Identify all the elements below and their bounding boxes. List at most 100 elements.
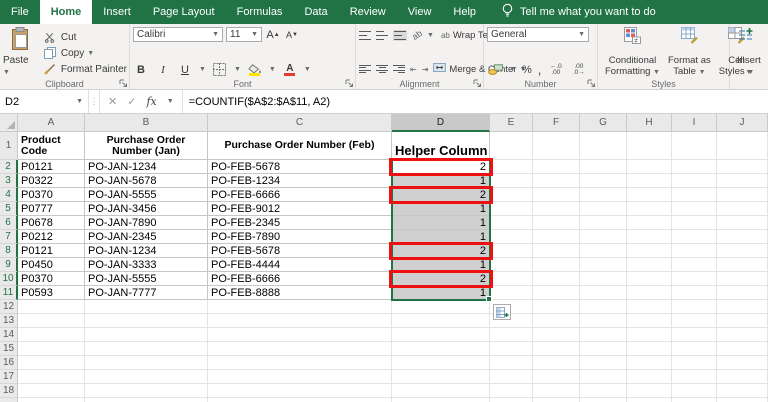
cell-G4[interactable] <box>580 188 627 202</box>
cell-E8[interactable] <box>490 244 533 258</box>
decrease-font-size-icon[interactable]: A▼ <box>284 27 300 42</box>
font-size-select[interactable]: 11▼ <box>226 27 262 42</box>
tab-data[interactable]: Data <box>293 0 338 24</box>
cell-H6[interactable] <box>627 216 672 230</box>
cell-A17[interactable] <box>18 370 85 384</box>
cell-J5[interactable] <box>717 202 768 216</box>
cell-I17[interactable] <box>672 370 717 384</box>
format-painter-button[interactable]: Format Painter <box>42 61 127 77</box>
cell-G12[interactable] <box>580 300 627 314</box>
cell-E6[interactable] <box>490 216 533 230</box>
row-header-4[interactable]: 4 <box>0 188 18 202</box>
row-header-5[interactable]: 5 <box>0 202 18 216</box>
cell-A18[interactable] <box>18 384 85 398</box>
cell-A2[interactable]: P0121 <box>18 160 85 174</box>
cell-B8[interactable]: PO-JAN-1234 <box>85 244 208 258</box>
cell-G11[interactable] <box>580 286 627 300</box>
row-header-1[interactable]: 1 <box>0 132 18 160</box>
cell-G8[interactable] <box>580 244 627 258</box>
tab-page-layout[interactable]: Page Layout <box>142 0 226 24</box>
cell-C15[interactable] <box>208 342 392 356</box>
select-all-button[interactable] <box>0 114 18 132</box>
cell-A14[interactable] <box>18 328 85 342</box>
cell-C9[interactable]: PO-FEB-4444 <box>208 258 392 272</box>
cell-I4[interactable] <box>672 188 717 202</box>
enter-check-icon[interactable]: ✓ <box>127 95 136 108</box>
cell-A16[interactable] <box>18 356 85 370</box>
tab-insert[interactable]: Insert <box>92 0 142 24</box>
clipboard-dialog-launcher[interactable] <box>119 79 128 88</box>
cell-C8[interactable]: PO-FEB-5678 <box>208 244 392 258</box>
cell-I1[interactable] <box>672 132 717 160</box>
cell-H3[interactable] <box>627 174 672 188</box>
cell-J19[interactable] <box>717 398 768 402</box>
cell-F9[interactable] <box>533 258 580 272</box>
cell-A6[interactable]: P0678 <box>18 216 85 230</box>
cell-E17[interactable] <box>490 370 533 384</box>
cell-D14[interactable] <box>392 328 490 342</box>
paste-button[interactable]: Paste ▼ <box>3 27 38 77</box>
column-header-F[interactable]: F <box>533 114 580 132</box>
cell-D1[interactable]: Helper Column <box>392 132 490 160</box>
cell-G17[interactable] <box>580 370 627 384</box>
tell-me-box[interactable]: Tell me what you want to do <box>491 0 666 24</box>
cell-H11[interactable] <box>627 286 672 300</box>
cell-F8[interactable] <box>533 244 580 258</box>
row-header-9[interactable]: 9 <box>0 258 18 272</box>
align-middle-icon[interactable] <box>376 31 388 40</box>
cell-H16[interactable] <box>627 356 672 370</box>
cell-F5[interactable] <box>533 202 580 216</box>
cell-D15[interactable] <box>392 342 490 356</box>
fill-color-button[interactable] <box>247 62 263 77</box>
cell-B10[interactable]: PO-JAN-5555 <box>85 272 208 286</box>
cell-F15[interactable] <box>533 342 580 356</box>
cell-J8[interactable] <box>717 244 768 258</box>
column-header-I[interactable]: I <box>672 114 717 132</box>
cell-C1[interactable]: Purchase Order Number (Feb) <box>208 132 392 160</box>
cell-B5[interactable]: PO-JAN-3456 <box>85 202 208 216</box>
cell-G14[interactable] <box>580 328 627 342</box>
cell-I18[interactable] <box>672 384 717 398</box>
cell-C5[interactable]: PO-FEB-9012 <box>208 202 392 216</box>
row-header-13[interactable]: 13 <box>0 314 18 328</box>
cell-E9[interactable] <box>490 258 533 272</box>
cell-J7[interactable] <box>717 230 768 244</box>
font-dialog-launcher[interactable] <box>345 79 354 88</box>
row-header-15[interactable]: 15 <box>0 342 18 356</box>
column-header-E[interactable]: E <box>490 114 533 132</box>
cell-G19[interactable] <box>580 398 627 402</box>
cell-A15[interactable] <box>18 342 85 356</box>
cell-H18[interactable] <box>627 384 672 398</box>
cell-D3[interactable]: 1 <box>392 174 490 188</box>
cut-button[interactable]: Cut <box>42 29 127 45</box>
cell-J17[interactable] <box>717 370 768 384</box>
cell-A8[interactable]: P0121 <box>18 244 85 258</box>
cell-E11[interactable] <box>490 286 533 300</box>
cell-D11[interactable]: 1 <box>392 286 490 300</box>
cell-A11[interactable]: P0593 <box>18 286 85 300</box>
cell-B16[interactable] <box>85 356 208 370</box>
number-dialog-launcher[interactable] <box>587 79 596 88</box>
cell-I15[interactable] <box>672 342 717 356</box>
cell-D19[interactable] <box>392 398 490 402</box>
cell-E4[interactable] <box>490 188 533 202</box>
formula-input[interactable]: =COUNTIF($A$2:$A$11, A2) <box>183 90 768 113</box>
cell-A13[interactable] <box>18 314 85 328</box>
cell-C18[interactable] <box>208 384 392 398</box>
cell-H10[interactable] <box>627 272 672 286</box>
cell-I7[interactable] <box>672 230 717 244</box>
cell-H5[interactable] <box>627 202 672 216</box>
row-header-19[interactable] <box>0 398 18 402</box>
cell-F13[interactable] <box>533 314 580 328</box>
cell-I11[interactable] <box>672 286 717 300</box>
cell-I6[interactable] <box>672 216 717 230</box>
cell-B15[interactable] <box>85 342 208 356</box>
cell-B11[interactable]: PO-JAN-7777 <box>85 286 208 300</box>
cell-E3[interactable] <box>490 174 533 188</box>
cell-G16[interactable] <box>580 356 627 370</box>
cell-B19[interactable] <box>85 398 208 402</box>
tab-formulas[interactable]: Formulas <box>226 0 294 24</box>
increase-font-size-icon[interactable]: A▲ <box>265 27 281 42</box>
cell-I14[interactable] <box>672 328 717 342</box>
cell-B4[interactable]: PO-JAN-5555 <box>85 188 208 202</box>
